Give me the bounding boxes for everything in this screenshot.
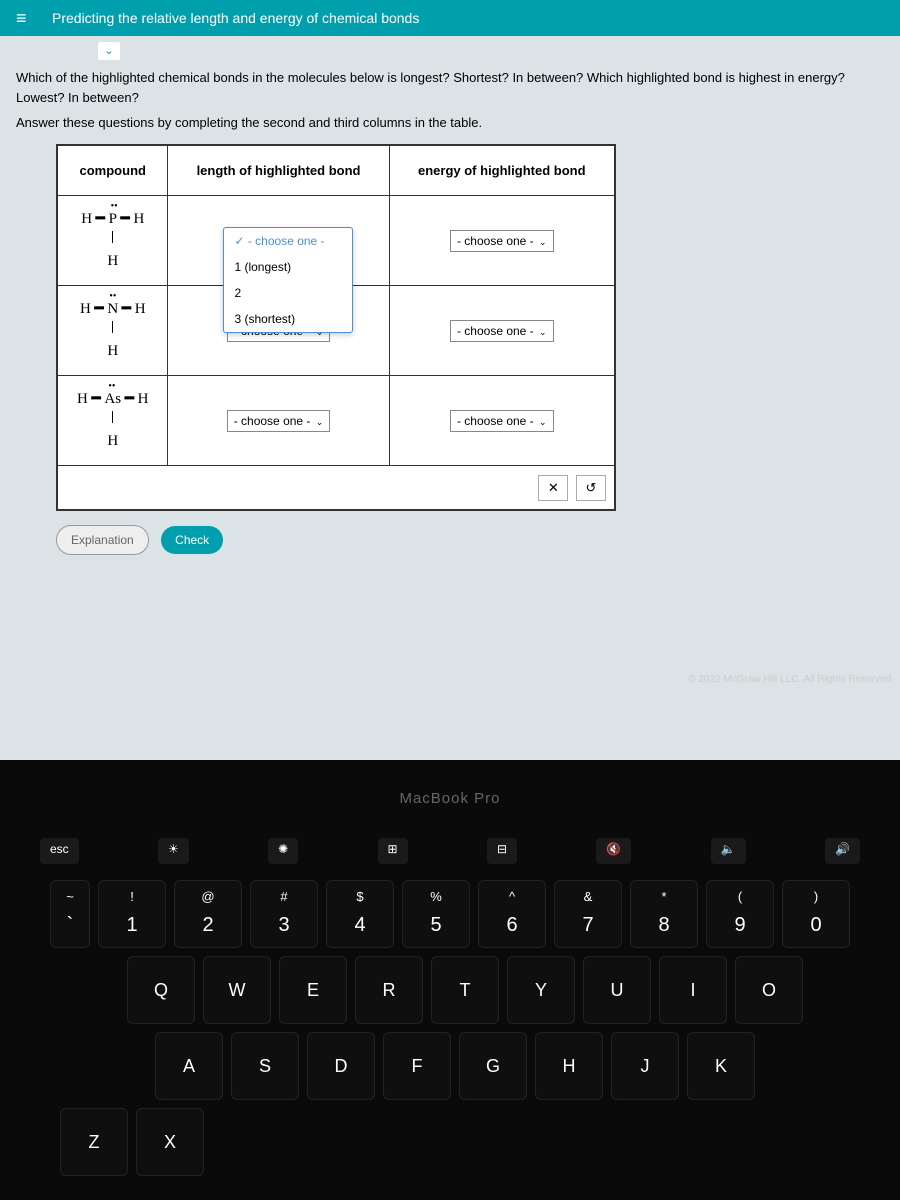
close-button[interactable]: ✕ [538, 475, 568, 501]
key-8[interactable]: *8 [630, 880, 698, 948]
key-j[interactable]: J [611, 1032, 679, 1100]
key-e[interactable]: E [279, 956, 347, 1024]
chevron-down-icon: ⌄ [539, 417, 547, 427]
action-bar: Explanation Check [56, 525, 884, 555]
length-select-row1[interactable]: ✓ - choose one - 1 (longest) 2 3 (shorte… [226, 230, 330, 252]
chevron-down-icon: ⌄ [539, 327, 547, 337]
tool-row: ✕ ↺ [58, 466, 615, 510]
key-q[interactable]: Q [127, 956, 195, 1024]
key-row-zxcv: Z X [0, 1108, 900, 1176]
key-4[interactable]: $4 [326, 880, 394, 948]
answer-table: compound length of highlighted bond ener… [57, 145, 615, 510]
key-y[interactable]: Y [507, 956, 575, 1024]
key-k[interactable]: K [687, 1032, 755, 1100]
th-length: length of highlighted bond [168, 146, 389, 196]
dropdown-option-1[interactable]: 1 (longest) [224, 254, 352, 280]
key-i[interactable]: I [659, 956, 727, 1024]
table-row: H ━ ••P ━ H H ✓ - choose one - 1 (longes… [58, 196, 615, 286]
dropdown-option-placeholder[interactable]: ✓ - choose one - [224, 228, 352, 254]
app-header: ≡ Predicting the relative length and ene… [0, 0, 900, 36]
key-o[interactable]: O [735, 956, 803, 1024]
key-r[interactable]: R [355, 956, 423, 1024]
key-h[interactable]: H [535, 1032, 603, 1100]
dropdown-menu: ✓ - choose one - 1 (longest) 2 3 (shorte… [223, 227, 353, 333]
key-row-asdf: A S D F G H J K [0, 1032, 900, 1100]
compound-formula: H ━ ••As ━ H H [68, 390, 157, 452]
chevron-down-icon: ⌄ [539, 237, 547, 247]
key-0[interactable]: )0 [782, 880, 850, 948]
chevron-down-icon[interactable]: ⌄ [98, 42, 120, 60]
key-s[interactable]: S [231, 1032, 299, 1100]
chevron-down-icon: ⌄ [316, 417, 324, 427]
key-row-numbers: ~` !1 @2 #3 $4 %5 ^6 &7 *8 (9 )0 [0, 880, 900, 948]
mission-key[interactable]: ⊞ [378, 838, 408, 864]
key-z[interactable]: Z [60, 1108, 128, 1176]
key-d[interactable]: D [307, 1032, 375, 1100]
main-content: Which of the highlighted chemical bonds … [0, 60, 900, 571]
key-x[interactable]: X [136, 1108, 204, 1176]
key-3[interactable]: #3 [250, 880, 318, 948]
menu-icon[interactable]: ≡ [16, 8, 36, 29]
reset-button[interactable]: ↺ [576, 475, 606, 501]
compound-formula: H ━ ••P ━ H H [68, 210, 157, 272]
volup-key[interactable]: 🔊 [825, 838, 860, 864]
touchbar: esc ☀ ✺ ⊞ ⊟ 🔇 🔈 🔊 [0, 830, 900, 872]
explanation-button[interactable]: Explanation [56, 525, 149, 555]
length-select-row3[interactable]: - choose one - ⌄ [227, 410, 331, 432]
laptop-label: MacBook Pro [0, 790, 900, 807]
key-7[interactable]: &7 [554, 880, 622, 948]
key-2[interactable]: @2 [174, 880, 242, 948]
dropdown-option-3[interactable]: 3 (shortest) [224, 306, 352, 332]
instruction-text: Answer these questions by completing the… [16, 115, 884, 130]
key-u[interactable]: U [583, 956, 651, 1024]
mute-key[interactable]: 🔇 [596, 838, 631, 864]
page-title: Predicting the relative length and energ… [52, 10, 419, 26]
energy-select-row3[interactable]: - choose one - ⌄ [450, 410, 554, 432]
th-energy: energy of highlighted bond [389, 146, 614, 196]
key-row-qwerty: Q W E R T Y U I O [0, 956, 900, 1024]
key-t[interactable]: T [431, 956, 499, 1024]
key-g[interactable]: G [459, 1032, 527, 1100]
compound-formula: H ━ ••N ━ H H [68, 300, 157, 362]
energy-select-row2[interactable]: - choose one - ⌄ [450, 320, 554, 342]
launch-key[interactable]: ⊟ [487, 838, 517, 864]
key-a[interactable]: A [155, 1032, 223, 1100]
key-9[interactable]: (9 [706, 880, 774, 948]
key-w[interactable]: W [203, 956, 271, 1024]
copyright-text: © 2022 McGraw Hill LLC. All Rights Reser… [688, 674, 894, 685]
key-f[interactable]: F [383, 1032, 451, 1100]
th-compound: compound [58, 146, 168, 196]
keyboard: esc ☀ ✺ ⊞ ⊟ 🔇 🔈 🔊 ~` !1 @2 #3 $4 %5 ^6 &… [0, 820, 900, 1200]
table-row: H ━ ••As ━ H H - choose one - ⌄ - choose… [58, 376, 615, 466]
question-text: Which of the highlighted chemical bonds … [16, 68, 884, 107]
brightness-up-key[interactable]: ✺ [268, 838, 298, 864]
key-1[interactable]: !1 [98, 880, 166, 948]
key-tilde[interactable]: ~` [50, 880, 90, 948]
voldown-key[interactable]: 🔈 [711, 838, 746, 864]
esc-key[interactable]: esc [40, 838, 79, 864]
dropdown-option-2[interactable]: 2 [224, 280, 352, 306]
check-button[interactable]: Check [161, 526, 223, 554]
energy-select-row1[interactable]: - choose one - ⌄ [450, 230, 554, 252]
key-5[interactable]: %5 [402, 880, 470, 948]
brightness-down-key[interactable]: ☀ [158, 838, 189, 864]
key-6[interactable]: ^6 [478, 880, 546, 948]
